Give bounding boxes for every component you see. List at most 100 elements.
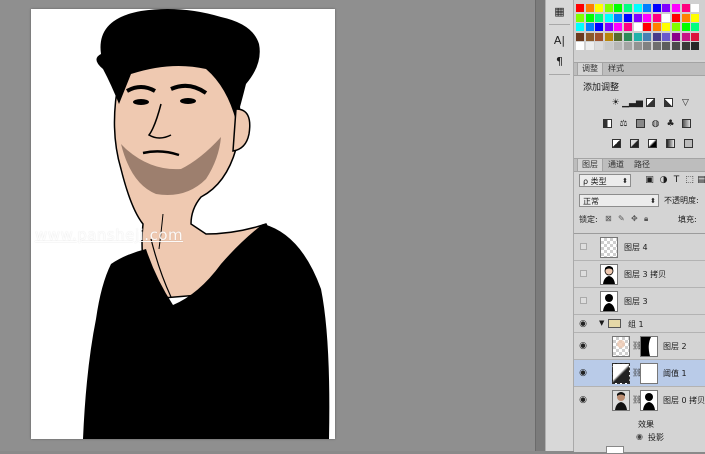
visibility-toggle[interactable] <box>580 297 587 304</box>
color-swatch[interactable] <box>652 4 661 12</box>
color-swatch[interactable] <box>585 13 594 22</box>
color-swatch[interactable] <box>662 42 671 50</box>
color-swatch[interactable] <box>614 32 623 41</box>
lock-transparent-icon[interactable]: ⊠ <box>605 214 612 223</box>
color-swatch[interactable] <box>643 4 652 12</box>
color-swatch[interactable] <box>576 42 584 50</box>
eye-icon[interactable]: ◉ <box>577 394 589 406</box>
eye-icon[interactable]: ◉ <box>636 432 643 441</box>
color-swatch[interactable] <box>576 13 584 22</box>
color-swatch[interactable] <box>585 32 594 41</box>
color-swatch[interactable] <box>681 13 690 22</box>
paragraph-icon[interactable]: ¶ <box>552 54 567 69</box>
palette-icon[interactable]: ▦ <box>552 4 567 19</box>
color-swatch[interactable] <box>652 32 661 41</box>
filter-shape-icon[interactable]: ⬚ <box>684 174 695 185</box>
color-swatch[interactable] <box>652 42 661 50</box>
color-swatch[interactable] <box>633 4 642 12</box>
filter-kind-select[interactable]: ρ 类型 ⬍ <box>579 174 631 187</box>
filter-pixel-icon[interactable]: ▣ <box>644 174 655 185</box>
brightness-icon[interactable]: ☀ <box>610 97 621 108</box>
tab-paths[interactable]: 路径 <box>630 159 654 171</box>
threshold-icon[interactable] <box>648 139 657 148</box>
layer-row[interactable]: ◉ ⛓ 图层 0 拷贝 <box>574 387 705 417</box>
eye-icon[interactable]: ◉ <box>577 367 589 379</box>
color-swatch[interactable] <box>672 42 680 50</box>
layer-row[interactable]: ◉ ⛓ 图层 2 <box>574 333 705 360</box>
selective-color-icon[interactable] <box>684 139 693 148</box>
color-swatch[interactable] <box>662 23 671 31</box>
color-swatch[interactable] <box>672 23 680 31</box>
exposure-icon[interactable] <box>664 98 673 107</box>
color-swatch[interactable] <box>643 42 652 50</box>
color-swatch[interactable] <box>624 32 632 41</box>
color-swatch[interactable] <box>595 4 604 12</box>
tab-adjustments[interactable]: 调整 <box>577 63 603 75</box>
color-swatch[interactable] <box>672 4 680 12</box>
document-canvas[interactable]: www.pansheji.com <box>31 9 335 439</box>
layer-group-row[interactable]: ◉ ▼ 组 1 <box>574 315 705 333</box>
eye-icon[interactable]: ◉ <box>577 340 589 352</box>
color-swatch[interactable] <box>643 13 652 22</box>
canvas-area[interactable]: www.pansheji.com <box>0 0 535 451</box>
color-swatch[interactable] <box>624 42 632 50</box>
color-swatch[interactable] <box>633 13 642 22</box>
vibrance-icon[interactable]: ▽ <box>680 97 691 108</box>
color-swatch[interactable] <box>681 32 690 41</box>
color-swatch[interactable] <box>691 32 700 41</box>
layer-row[interactable]: 图层 3 <box>574 288 705 315</box>
color-swatch[interactable] <box>604 23 613 31</box>
tab-styles[interactable]: 样式 <box>604 63 628 75</box>
color-swatch[interactable] <box>662 32 671 41</box>
visibility-toggle[interactable] <box>580 243 587 250</box>
color-swatch[interactable] <box>681 4 690 12</box>
color-swatch[interactable] <box>691 23 700 31</box>
color-swatch[interactable] <box>585 23 594 31</box>
photo-filter-icon[interactable]: ◍ <box>650 118 661 129</box>
blend-mode-select[interactable]: 正常 ⬍ <box>579 194 659 207</box>
gradient-map-icon[interactable] <box>666 139 675 148</box>
color-swatch[interactable] <box>614 4 623 12</box>
color-swatch[interactable] <box>643 23 652 31</box>
invert-icon[interactable] <box>612 139 621 148</box>
color-swatch[interactable] <box>633 32 642 41</box>
color-swatch[interactable] <box>652 23 661 31</box>
posterize-icon[interactable] <box>630 139 639 148</box>
lock-pixels-icon[interactable]: ✎ <box>618 214 625 223</box>
lock-position-icon[interactable]: ✥ <box>631 214 638 223</box>
color-swatch[interactable] <box>672 32 680 41</box>
color-swatch[interactable] <box>585 4 594 12</box>
color-swatch[interactable] <box>662 13 671 22</box>
color-swatch[interactable] <box>595 13 604 22</box>
color-swatch[interactable] <box>681 42 690 50</box>
color-swatch[interactable] <box>595 32 604 41</box>
visibility-toggle[interactable] <box>580 270 587 277</box>
disclosure-triangle-icon[interactable]: ▼ <box>599 319 604 327</box>
lock-all-icon[interactable]: 🔒︎ <box>644 214 648 224</box>
color-swatch[interactable] <box>604 32 613 41</box>
black-white-icon[interactable] <box>636 119 645 128</box>
color-swatch[interactable] <box>604 13 613 22</box>
color-swatch[interactable] <box>614 23 623 31</box>
layer-list[interactable]: 图层 4 图层 3 拷贝 图层 3 ◉ ▼ 组 1 ◉ ⛓ 图层 2 ◉ ⛓ 阈… <box>574 233 705 454</box>
color-swatch[interactable] <box>681 23 690 31</box>
filter-type-icon[interactable]: T <box>671 174 682 185</box>
color-swatch[interactable] <box>691 13 700 22</box>
color-swatch[interactable] <box>614 42 623 50</box>
color-swatch[interactable] <box>576 32 584 41</box>
filter-smart-icon[interactable]: ▤ <box>696 174 705 185</box>
layer-row-selected[interactable]: ◉ ⛓ 阈值 1 <box>574 360 705 387</box>
layer-row[interactable]: 图层 3 拷贝 <box>574 261 705 288</box>
color-swatch[interactable] <box>576 23 584 31</box>
color-swatch[interactable] <box>604 4 613 12</box>
hue-saturation-icon[interactable] <box>603 119 612 128</box>
color-swatch[interactable] <box>662 4 671 12</box>
levels-icon[interactable]: ▁▃▅ <box>622 97 643 108</box>
color-swatch[interactable] <box>624 13 632 22</box>
color-swatch[interactable] <box>576 4 584 12</box>
eye-icon[interactable]: ◉ <box>577 318 589 330</box>
color-swatch[interactable] <box>672 13 680 22</box>
swatches-panel[interactable] <box>574 0 705 60</box>
color-swatch[interactable] <box>633 42 642 50</box>
color-swatch[interactable] <box>691 4 700 12</box>
